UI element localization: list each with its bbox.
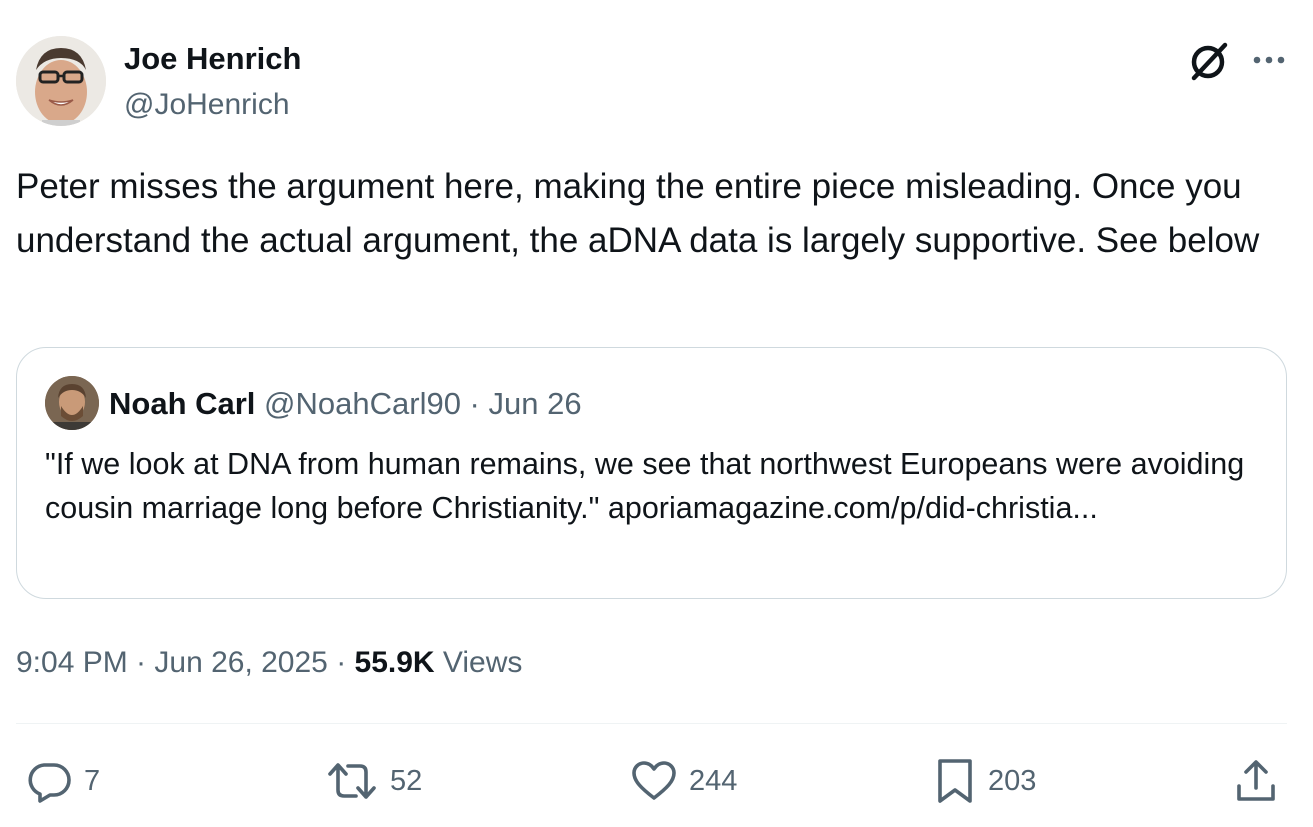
- quoted-header: Noah Carl @NoahCarl90 · Jun 26: [109, 385, 582, 423]
- author-handle[interactable]: @JoHenrich: [124, 86, 290, 124]
- reply-count: 7: [84, 764, 101, 797]
- divider: [16, 723, 1287, 724]
- share-button[interactable]: [1234, 756, 1278, 806]
- quoted-tweet[interactable]: Noah Carl @NoahCarl90 · Jun 26 "If we lo…: [16, 347, 1287, 599]
- tweet: Joe Henrich @JoHenrich Peter misses the …: [0, 0, 1313, 827]
- bookmark-count: 203: [988, 764, 1037, 797]
- tweet-text: Peter misses the argument here, making t…: [16, 167, 1260, 260]
- more-icon[interactable]: [1250, 42, 1290, 78]
- like-count: 244: [689, 764, 738, 797]
- views-count: 55.9K: [354, 646, 435, 679]
- like-button[interactable]: 244: [631, 756, 737, 806]
- repost-icon: [328, 763, 376, 799]
- heart-icon: [632, 761, 676, 800]
- tweet-meta: 9:04 PM · Jun 26, 2025 · 55.9K Views: [16, 643, 522, 683]
- bookmark-icon: [938, 759, 972, 803]
- bookmark-button[interactable]: 203: [934, 756, 1036, 806]
- repost-count: 52: [390, 764, 423, 797]
- share-icon: [1237, 760, 1275, 801]
- timestamp[interactable]: 9:04 PM · Jun 26, 2025 ·: [16, 646, 355, 679]
- repost-button[interactable]: 52: [326, 756, 422, 806]
- quoted-author-avatar[interactable]: [45, 376, 99, 430]
- author-avatar[interactable]: [16, 36, 106, 126]
- views-label: Views: [434, 646, 523, 679]
- quoted-author-name[interactable]: Noah Carl: [109, 386, 255, 421]
- grok-icon[interactable]: [1186, 38, 1232, 84]
- reply-button[interactable]: 7: [26, 756, 100, 806]
- quoted-text: "If we look at DNA from human remains, w…: [45, 447, 1245, 525]
- reply-icon: [28, 763, 71, 803]
- quoted-meta: @NoahCarl90 · Jun 26: [264, 386, 582, 421]
- author-name[interactable]: Joe Henrich: [124, 40, 301, 78]
